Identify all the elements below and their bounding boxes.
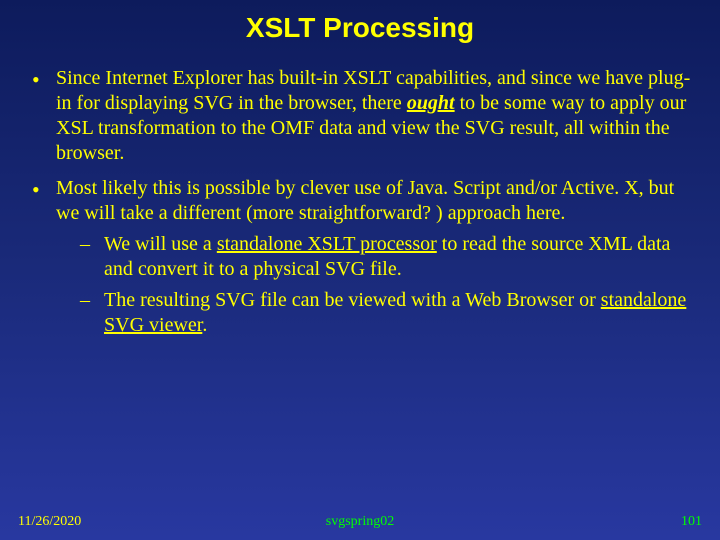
sub-bullet-list: We will use a standalone XSLT processor … bbox=[56, 232, 692, 338]
slide-title: XSLT Processing bbox=[28, 12, 692, 44]
emphasis-ought: ought bbox=[407, 92, 455, 114]
sub-bullet-item: The resulting SVG file can be viewed wit… bbox=[56, 288, 692, 338]
bullet-text: Most likely this is possible by clever u… bbox=[56, 177, 674, 224]
sub-text-pre: The resulting SVG file can be viewed wit… bbox=[104, 289, 601, 311]
footer-page: 101 bbox=[681, 514, 702, 530]
underline-text: standalone XSLT processor bbox=[217, 233, 437, 255]
bullet-item: Most likely this is possible by clever u… bbox=[28, 176, 692, 338]
sub-bullet-item: We will use a standalone XSLT processor … bbox=[56, 232, 692, 282]
sub-text-pre: We will use a bbox=[104, 233, 217, 255]
slide-footer: 11/26/2020 svgspring02 101 bbox=[0, 514, 720, 530]
slide-content: XSLT Processing Since Internet Explorer … bbox=[0, 0, 720, 338]
footer-date: 11/26/2020 bbox=[18, 514, 81, 530]
sub-text-post: . bbox=[202, 314, 207, 336]
footer-source: svgspring02 bbox=[326, 514, 394, 530]
bullet-list: Since Internet Explorer has built-in XSL… bbox=[28, 66, 692, 338]
bullet-item: Since Internet Explorer has built-in XSL… bbox=[28, 66, 692, 166]
